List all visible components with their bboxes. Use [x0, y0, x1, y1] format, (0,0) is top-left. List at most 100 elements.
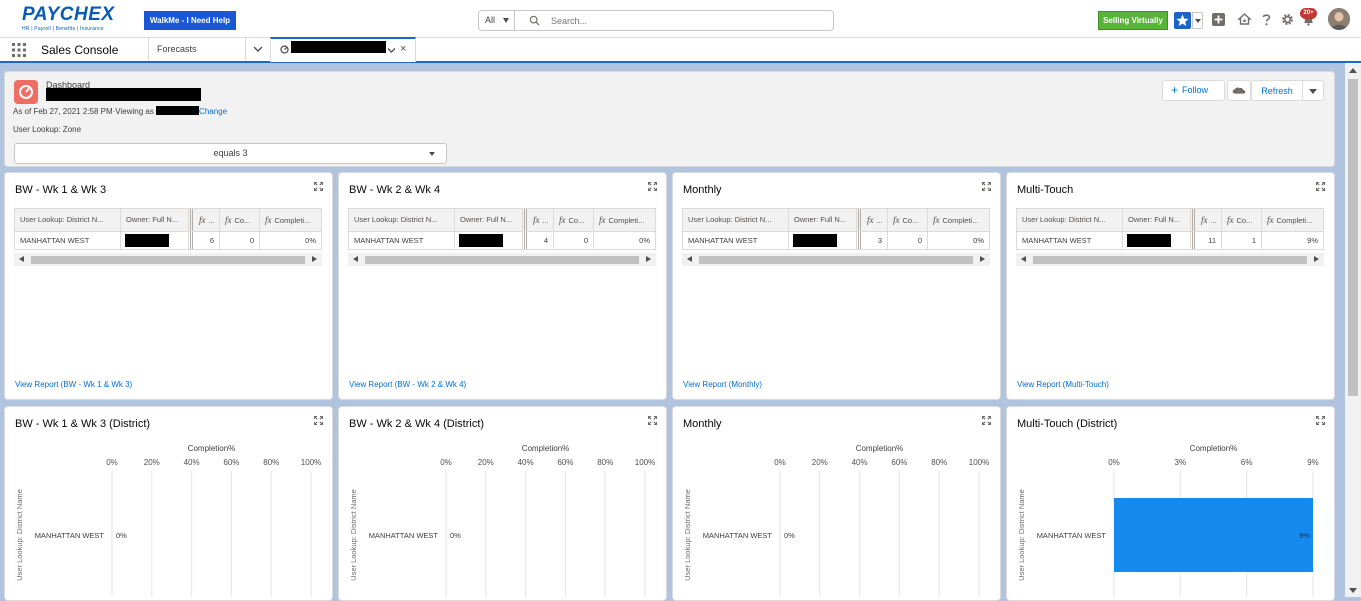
- chevron-down-icon: [429, 152, 435, 156]
- selling-virtually-button[interactable]: Selling Virtually: [1098, 11, 1168, 30]
- dashboard-actions-menu[interactable]: [1303, 80, 1324, 101]
- column-header-formula-1[interactable]: fx...: [862, 209, 888, 231]
- column-header-owner[interactable]: Owner: Full N...: [789, 209, 857, 231]
- x-tick-label: 6%: [1241, 458, 1253, 467]
- trailhead-icon[interactable]: [1237, 12, 1252, 27]
- x-tick-label: 20%: [144, 458, 160, 467]
- walkme-help-button[interactable]: WalkMe - I Need Help: [144, 11, 236, 30]
- star-icon[interactable]: [1174, 12, 1191, 29]
- scroll-right-icon[interactable]: [980, 256, 985, 262]
- table-horizontal-scrollbar[interactable]: [14, 253, 322, 266]
- table-row: MANHATTAN WEST 3 0 0%: [682, 232, 990, 250]
- help-icon[interactable]: [1259, 12, 1274, 27]
- column-header-completion[interactable]: fx Completi...: [928, 209, 989, 231]
- column-header-completion[interactable]: fx Completi...: [260, 209, 321, 231]
- close-tab-icon[interactable]: ×: [400, 43, 406, 55]
- page-scroll-thumb[interactable]: [1348, 79, 1358, 396]
- x-tick-label: 80%: [597, 458, 613, 467]
- cell-formula-2: 1: [1222, 232, 1262, 249]
- follow-button[interactable]: + Follow: [1162, 80, 1225, 101]
- column-header-formula-2[interactable]: fx Co...: [554, 209, 594, 231]
- column-header-formula-2[interactable]: fx Co...: [220, 209, 260, 231]
- x-tick-label: 60%: [891, 458, 907, 467]
- scroll-left-icon[interactable]: [687, 256, 692, 262]
- table-horizontal-scrollbar[interactable]: [682, 253, 990, 266]
- table-row: MANHATTAN WEST 6 0 0%: [14, 232, 322, 250]
- scroll-up-icon[interactable]: [1349, 68, 1357, 73]
- column-header-completion[interactable]: fx Completi...: [594, 209, 655, 231]
- formula-icon: fx: [1227, 215, 1234, 225]
- chevron-down-icon[interactable]: [387, 47, 396, 54]
- follow-label: Follow: [1182, 85, 1209, 95]
- table-horizontal-scrollbar[interactable]: [348, 253, 656, 266]
- table-scroll-thumb[interactable]: [1033, 256, 1307, 264]
- chevron-down-icon: [503, 18, 509, 23]
- favorites-button[interactable]: [1174, 12, 1203, 29]
- scroll-right-icon[interactable]: [1314, 256, 1319, 262]
- view-report-link[interactable]: View Report (BW - Wk 1 & Wk 3): [15, 380, 132, 389]
- scroll-left-icon[interactable]: [1021, 256, 1026, 262]
- report-table: User Lookup: District N... Owner: Full N…: [1016, 208, 1324, 269]
- expand-icon[interactable]: [982, 182, 991, 191]
- column-header-formula-1[interactable]: fx...: [1196, 209, 1222, 231]
- page-scrollbar[interactable]: [1345, 63, 1361, 597]
- expand-icon[interactable]: [1316, 182, 1325, 191]
- table-scroll-thumb[interactable]: [699, 256, 973, 264]
- tab-forecasts-label: Forecasts: [157, 44, 197, 54]
- view-report-link[interactable]: View Report (BW - Wk 2 & Wk 4): [349, 380, 466, 389]
- column-header-formula-1[interactable]: fx...: [194, 209, 220, 231]
- change-viewer-link[interactable]: Change: [199, 107, 227, 116]
- column-header-completion[interactable]: fx Completi...: [1262, 209, 1323, 231]
- bar[interactable]: [1114, 498, 1313, 572]
- scroll-down-icon[interactable]: [1349, 588, 1357, 593]
- formula-icon: fx: [867, 215, 874, 225]
- redacted-dashboard-title: [46, 88, 201, 101]
- global-search[interactable]: [515, 10, 834, 31]
- column-header-formula-1-label: ...: [876, 216, 883, 225]
- column-header-formula-2[interactable]: fx Co...: [888, 209, 928, 231]
- refresh-button[interactable]: Refresh: [1251, 80, 1303, 101]
- scroll-right-icon[interactable]: [312, 256, 317, 262]
- column-header-formula-1[interactable]: fx...: [528, 209, 554, 231]
- column-header-district[interactable]: User Lookup: District N...: [683, 209, 789, 231]
- table-scroll-thumb[interactable]: [31, 256, 305, 264]
- global-header: PAYCHEX HR | Payroll | Benefits | Insura…: [0, 0, 1361, 38]
- add-icon[interactable]: [1211, 12, 1226, 27]
- waffle-icon[interactable]: [12, 43, 26, 57]
- subscribe-button[interactable]: [1227, 80, 1251, 101]
- column-header-owner[interactable]: Owner: Full N...: [121, 209, 189, 231]
- column-header-owner[interactable]: Owner: Full N...: [1123, 209, 1191, 231]
- paychex-logo[interactable]: PAYCHEX HR | Payroll | Benefits | Insura…: [22, 5, 122, 35]
- app-navbar: Sales Console Forecasts ×: [0, 37, 1361, 63]
- cell-completion: 0%: [639, 236, 650, 245]
- table-horizontal-scrollbar[interactable]: [1016, 253, 1324, 266]
- column-header-formula-2[interactable]: fx Co...: [1222, 209, 1262, 231]
- column-header-district[interactable]: User Lookup: District N...: [1017, 209, 1123, 231]
- view-report-link[interactable]: View Report (Monthly): [683, 380, 762, 389]
- tab-dashboard-active[interactable]: ×: [270, 37, 416, 62]
- user-avatar[interactable]: [1328, 8, 1350, 30]
- nav-menu-dropdown[interactable]: [245, 38, 270, 61]
- expand-icon[interactable]: [648, 182, 657, 191]
- scroll-right-icon[interactable]: [646, 256, 651, 262]
- table-row: MANHATTAN WEST 11 1 9%: [1016, 232, 1324, 250]
- gear-icon[interactable]: [1280, 12, 1295, 27]
- tab-forecasts[interactable]: Forecasts: [148, 38, 245, 61]
- view-report-link[interactable]: View Report (Multi-Touch): [1017, 380, 1109, 389]
- search-scope-select[interactable]: All: [478, 10, 515, 31]
- table-header: User Lookup: District N... Owner: Full N…: [682, 208, 990, 232]
- column-header-district[interactable]: User Lookup: District N...: [15, 209, 121, 231]
- cell-formula-1: 4: [528, 232, 554, 249]
- widget-title: BW - Wk 1 & Wk 3: [15, 184, 107, 196]
- zone-filter-select[interactable]: equals 3: [14, 143, 447, 164]
- table-scroll-thumb[interactable]: [365, 256, 639, 264]
- column-header-owner[interactable]: Owner: Full N...: [455, 209, 523, 231]
- scroll-left-icon[interactable]: [19, 256, 24, 262]
- favorites-menu-icon[interactable]: [1192, 12, 1203, 29]
- expand-icon[interactable]: [314, 182, 323, 191]
- column-divider: [858, 232, 861, 249]
- column-header-district[interactable]: User Lookup: District N...: [349, 209, 455, 231]
- scroll-left-icon[interactable]: [353, 256, 358, 262]
- x-axis-title: Completion%: [856, 444, 904, 453]
- search-input[interactable]: [549, 12, 819, 29]
